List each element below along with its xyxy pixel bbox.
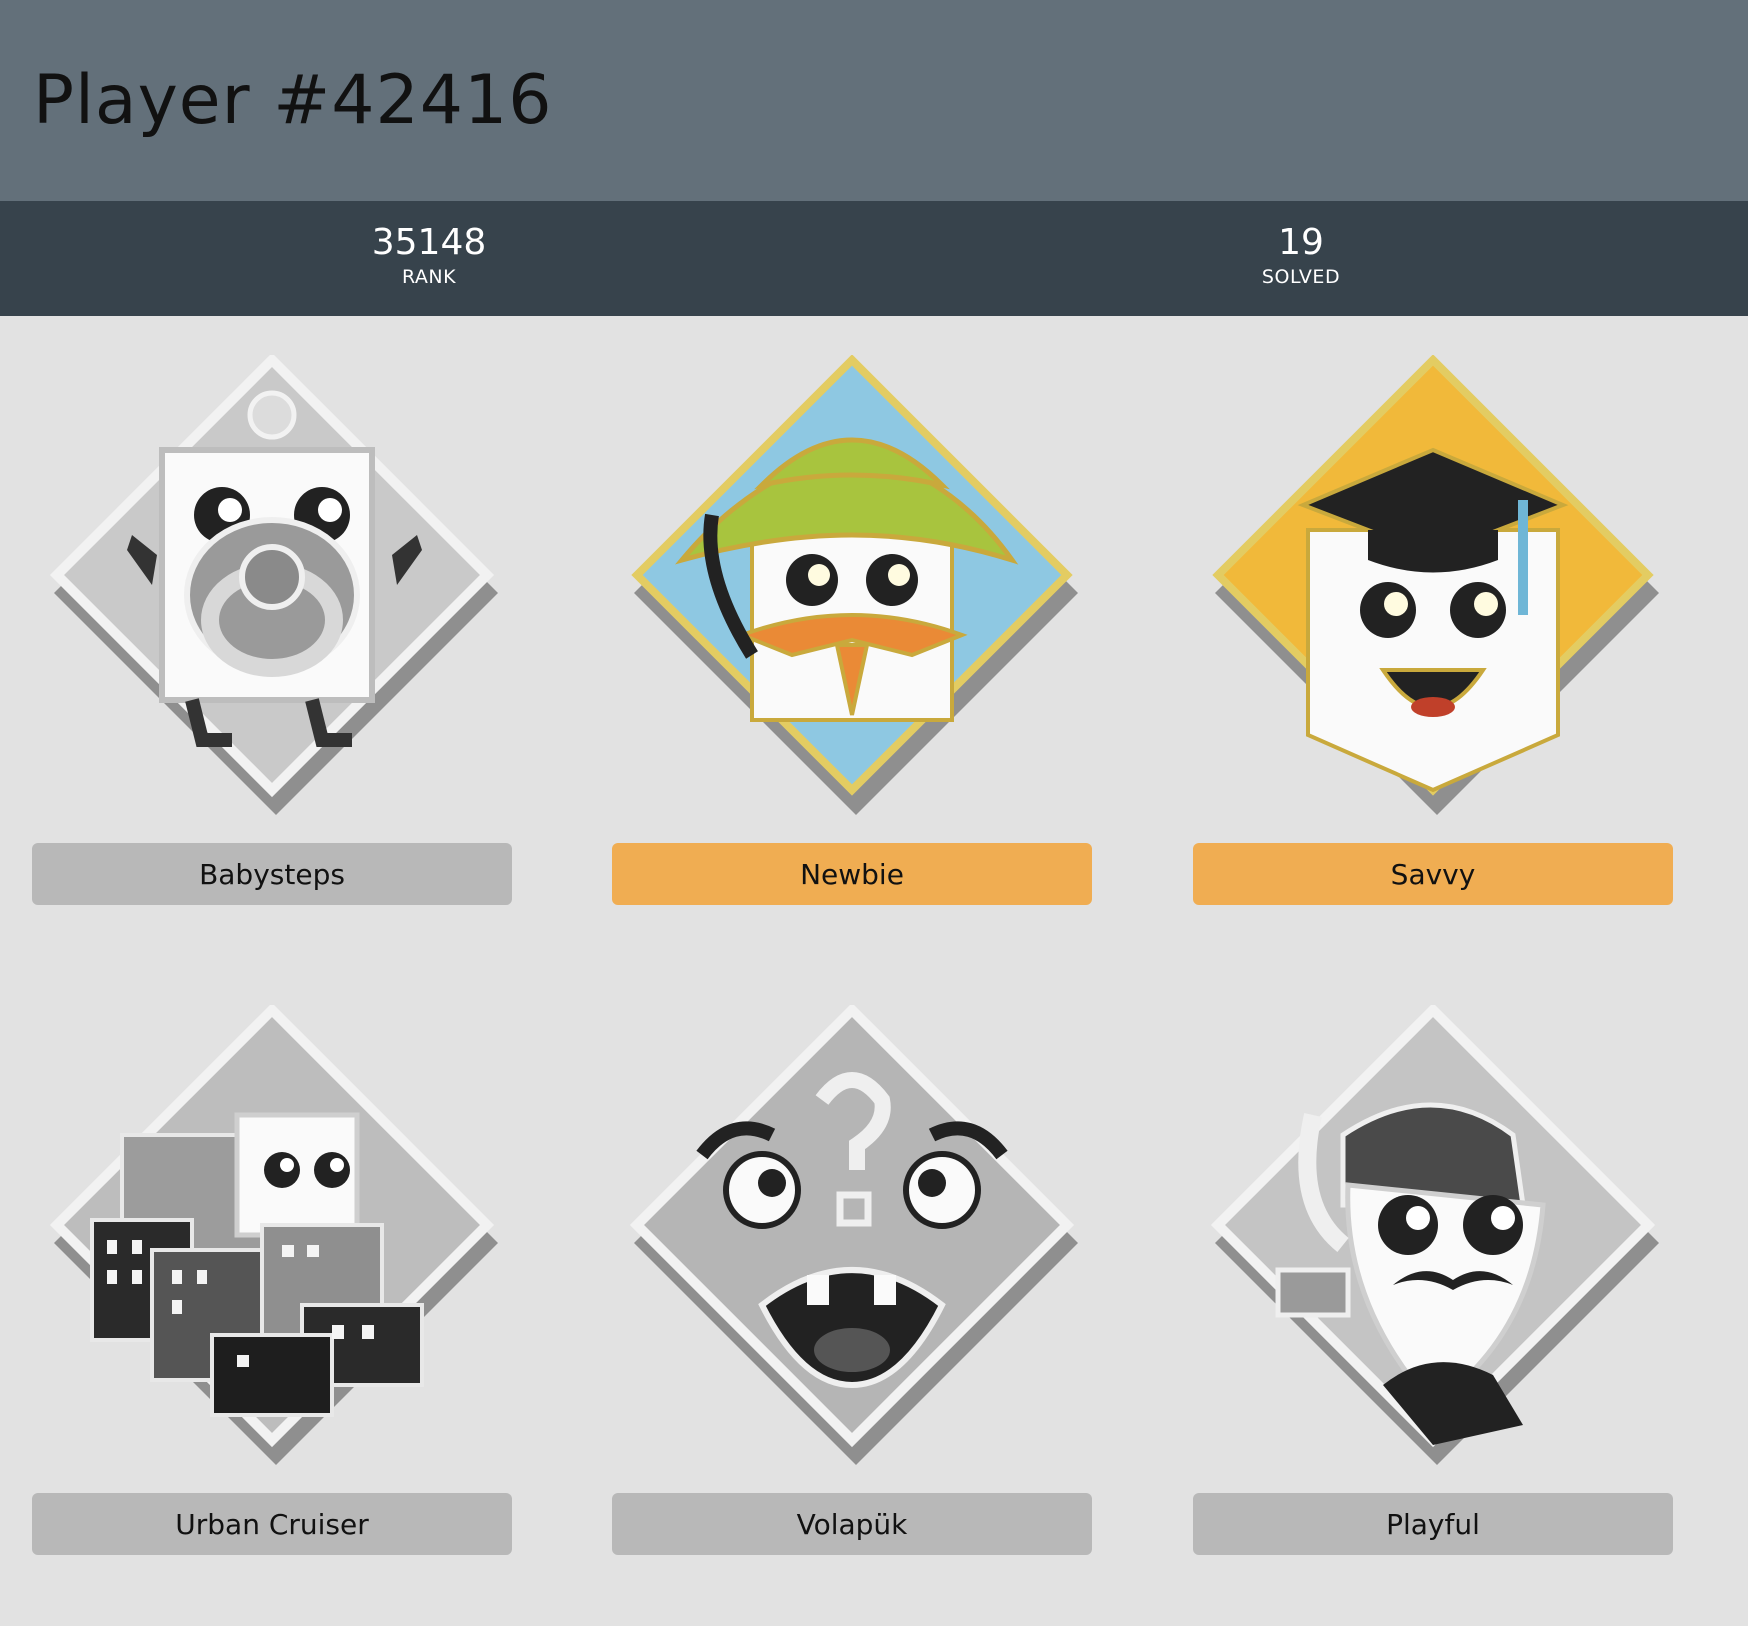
baby-pacifier-icon	[49, 355, 498, 815]
badge-newbie[interactable]: Newbie	[612, 355, 1092, 905]
badge-urban-cruiser[interactable]: Urban Cruiser	[32, 1005, 512, 1555]
badge-label: Newbie	[612, 843, 1092, 905]
rank-label: RANK	[401, 266, 457, 288]
badge-savvy[interactable]: Savvy	[1193, 355, 1673, 905]
graduation-cap-icon	[1212, 355, 1659, 815]
badge-babysteps[interactable]: Babysteps	[32, 355, 512, 905]
city-skyline-icon	[49, 1005, 498, 1465]
badge-label: Babysteps	[32, 843, 512, 905]
badge-playful[interactable]: Playful	[1193, 1005, 1673, 1555]
badge-label: Volapük	[612, 1493, 1092, 1555]
badge-label: Savvy	[1193, 843, 1673, 905]
badge-label: Urban Cruiser	[32, 1493, 512, 1555]
badge-volapuk[interactable]: Volapük	[612, 1005, 1092, 1555]
solved-label: SOLVED	[1261, 266, 1341, 288]
solved-value: 19	[1278, 222, 1324, 263]
badge-label: Playful	[1193, 1493, 1673, 1555]
player-title: Player #42416	[33, 61, 553, 140]
scout-hat-icon	[631, 355, 1078, 815]
profile-header: Player #42416	[0, 0, 1748, 201]
stats-bar: 35148 RANK 19 SOLVED	[0, 201, 1748, 316]
mustache-hat-icon	[1210, 1005, 1659, 1465]
rank-stat: 35148 RANK	[279, 221, 579, 289]
solved-stat: 19 SOLVED	[1151, 221, 1451, 289]
rank-value: 35148	[371, 222, 487, 263]
confused-question-icon	[629, 1005, 1078, 1465]
